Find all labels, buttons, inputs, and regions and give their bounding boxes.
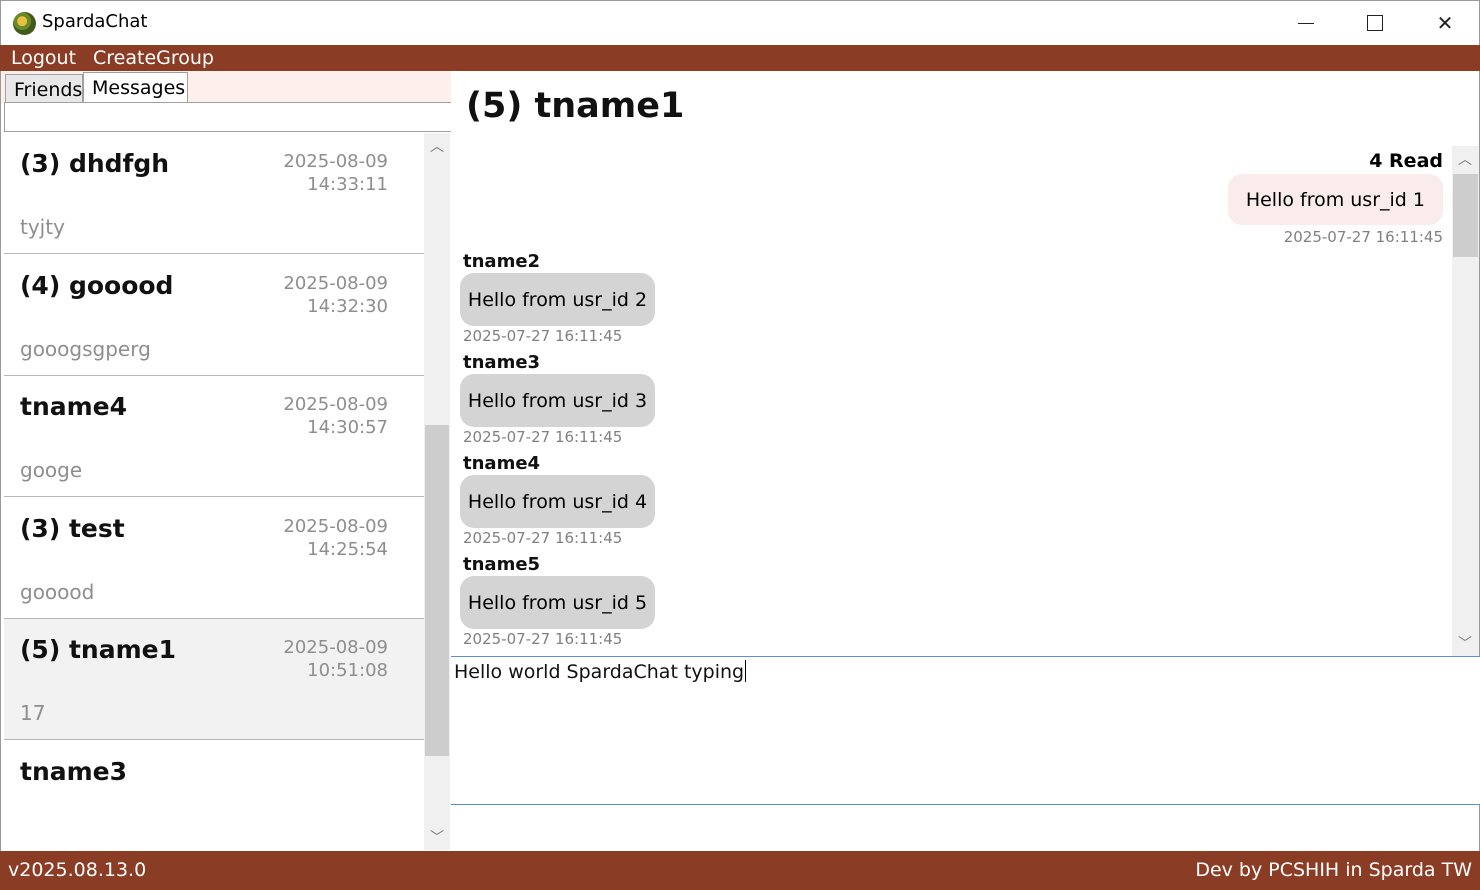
text-caret: [745, 660, 747, 682]
chat-timestamp: 2025-08-09 14:30:57: [283, 393, 388, 439]
message-timestamp: 2025-07-27 16:11:45: [1283, 228, 1443, 246]
chat-date: 2025-08-09: [283, 151, 388, 172]
chat-list-item[interactable]: (3) test 2025-08-09 14:25:54 gooood: [4, 498, 424, 619]
scroll-down-icon[interactable]: ﹀: [1452, 632, 1478, 654]
message-list: 4 Read Hello from usr_id 1 2025-07-27 16…: [451, 146, 1451, 656]
chat-list-item[interactable]: (3) dhdfgh 2025-08-09 14:33:11 tyjty: [4, 133, 424, 254]
maximize-icon: [1367, 15, 1383, 31]
message-timestamp: 2025-07-27 16:11:45: [463, 630, 623, 648]
chat-name: (3) dhdfgh: [20, 149, 170, 178]
tab-friends[interactable]: Friends: [5, 74, 83, 103]
chat-list-item[interactable]: tname4 2025-08-09 14:30:57 googe: [4, 376, 424, 497]
chat-name: tname3: [20, 757, 128, 786]
incoming-message-bubble: Hello from usr_id 4: [460, 475, 655, 528]
chat-preview: gooogsgperg: [20, 337, 151, 361]
chat-preview: gooood: [20, 580, 95, 604]
incoming-message: tname5 Hello from usr_id 5 2025-07-27 16…: [460, 554, 780, 655]
chat-time: 10:51:08: [307, 660, 388, 681]
message-sender: tname5: [463, 554, 541, 575]
message-timestamp: 2025-07-27 16:11:45: [463, 529, 623, 547]
chat-preview: tyjty: [20, 215, 65, 239]
app-logo-icon: [13, 12, 36, 35]
title-bar: SpardaChat ✕: [0, 0, 1480, 45]
chat-date: 2025-08-09: [283, 516, 388, 537]
chat-list-item[interactable]: (4) gooood 2025-08-09 14:32:30 gooogsgper…: [4, 255, 424, 376]
message-timestamp: 2025-07-27 16:11:45: [463, 327, 623, 345]
message-sender: tname2: [463, 251, 541, 272]
chat-time: 14:25:54: [307, 539, 388, 560]
tab-messages[interactable]: Messages: [83, 72, 188, 103]
chat-list-item-selected[interactable]: (5) tname1 2025-08-09 10:51:08 17: [4, 619, 424, 740]
message-sender: tname4: [463, 453, 541, 474]
menu-bar: Logout CreateGroup: [0, 45, 1480, 71]
scrollbar-thumb[interactable]: [1453, 174, 1478, 257]
chat-name: tname4: [20, 392, 128, 421]
close-button[interactable]: ✕: [1410, 1, 1480, 45]
chat-preview: googe: [20, 458, 83, 482]
version-label: v2025.08.13.0: [8, 859, 147, 881]
chat-time: 14:32:30: [307, 296, 388, 317]
create-group-menu-item[interactable]: CreateGroup: [93, 47, 214, 69]
chat-date: 2025-08-09: [283, 394, 388, 415]
chat-preview: 17: [20, 701, 46, 725]
chat-date: 2025-08-09: [283, 637, 388, 658]
chat-list: (3) dhdfgh 2025-08-09 14:33:11 tyjty (4) …: [4, 133, 424, 850]
close-icon: ✕: [1436, 11, 1454, 35]
read-receipt: 4 Read: [1369, 150, 1443, 172]
incoming-message: tname2 Hello from usr_id 2 2025-07-27 16…: [460, 251, 780, 352]
message-scrollbar[interactable]: ︿ ﹀: [1452, 146, 1479, 656]
scrollbar-thumb[interactable]: [425, 425, 449, 756]
incoming-message: tname3 Hello from usr_id 3 2025-07-27 16…: [460, 352, 780, 453]
minimize-button[interactable]: [1271, 1, 1341, 45]
chat-timestamp: 2025-08-09 14:25:54: [283, 515, 388, 561]
chat-list-panel: Friends Messages (3) dhdfgh 2025-08-09 14…: [0, 71, 452, 851]
incoming-message-bubble: Hello from usr_id 5: [460, 576, 655, 629]
chat-time: 14:30:57: [307, 417, 388, 438]
chat-name: (4) gooood: [20, 271, 174, 300]
incoming-message-bubble: Hello from usr_id 2: [460, 273, 655, 326]
chat-list-item[interactable]: tname3: [4, 741, 424, 850]
message-timestamp: 2025-07-27 16:11:45: [463, 428, 623, 446]
search-input[interactable]: [4, 102, 452, 132]
message-input[interactable]: Hello world SpardaChat typing: [451, 656, 1480, 805]
credit-label: Dev by PCSHIH in Sparda TW: [1195, 859, 1472, 881]
message-input-text: Hello world SpardaChat typing: [454, 660, 747, 683]
window-title: SpardaChat: [42, 11, 148, 32]
scroll-down-icon[interactable]: ﹀: [424, 826, 450, 848]
chat-timestamp: 2025-08-09 14:33:11: [283, 150, 388, 196]
conversation-title: (5) tname1: [466, 86, 685, 126]
tab-strip: Friends Messages: [1, 71, 452, 103]
incoming-message: tname4 Hello from usr_id 4 2025-07-27 16…: [460, 453, 780, 554]
scroll-up-icon[interactable]: ︿: [1452, 148, 1478, 170]
chat-timestamp: 2025-08-09 14:32:30: [283, 272, 388, 318]
chat-name: (3) test: [20, 514, 125, 543]
chat-name: (5) tname1: [20, 635, 176, 664]
scroll-up-icon[interactable]: ︿: [424, 135, 450, 157]
incoming-message-bubble: Hello from usr_id 3: [460, 374, 655, 427]
chat-date: 2025-08-09: [283, 273, 388, 294]
message-input-value: Hello world SpardaChat typing: [454, 661, 745, 683]
minimize-icon: [1298, 22, 1314, 24]
outgoing-message-bubble: Hello from usr_id 1: [1227, 174, 1443, 225]
chat-time: 14:33:11: [307, 174, 388, 195]
logout-menu-item[interactable]: Logout: [11, 47, 76, 69]
chat-timestamp: 2025-08-09 10:51:08: [283, 636, 388, 682]
chat-list-scrollbar[interactable]: ︿ ﹀: [424, 133, 450, 850]
status-bar: v2025.08.13.0 Dev by PCSHIH in Sparda TW: [0, 851, 1480, 890]
conversation-panel: (5) tname1 4 Read Hello from usr_id 1 20…: [451, 71, 1480, 851]
maximize-button[interactable]: [1340, 1, 1410, 45]
message-sender: tname3: [463, 352, 541, 373]
